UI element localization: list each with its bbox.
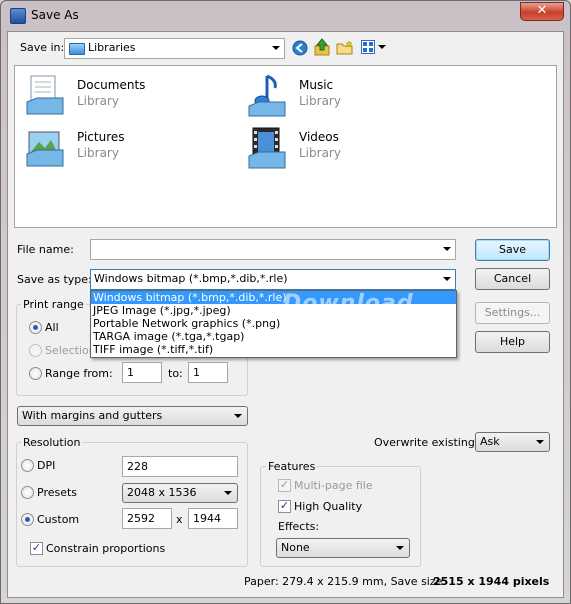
music-library-icon [248, 74, 286, 117]
effects-dropdown[interactable]: None [276, 538, 410, 558]
constrain-label: Constrain proportions [46, 542, 166, 555]
range-from-radio[interactable] [29, 367, 42, 380]
library-name: Music [299, 78, 334, 92]
multipage-label: Multi-page file [294, 479, 373, 492]
range-to-input[interactable]: 1 [188, 362, 228, 383]
save-button[interactable]: Save [475, 239, 550, 261]
type-option[interactable]: TIFF image (*.tiff,*.tif) [91, 343, 456, 356]
chevron-down-icon [234, 414, 242, 418]
view-icon [361, 40, 375, 54]
custom-width-input[interactable]: 2592 [122, 508, 172, 529]
overwrite-value: Ask [480, 435, 500, 448]
print-selection-radio[interactable] [29, 344, 42, 357]
settings-button[interactable]: Settings... [475, 302, 550, 324]
libraries-folder-icon [69, 43, 85, 55]
chevron-down-icon [443, 277, 451, 281]
effects-label: Effects: [278, 520, 320, 533]
type-option[interactable]: TARGA image (*.tga,*.tgap) [91, 330, 456, 343]
range-from-label: Range from: [45, 367, 113, 380]
back-icon[interactable] [292, 40, 308, 56]
library-sub: Library [77, 94, 119, 108]
library-sub: Library [299, 146, 341, 160]
print-range-label: Print range [21, 298, 86, 311]
type-option[interactable]: Portable Network graphics (*.png) [91, 317, 456, 330]
print-selection-label: Selection [45, 344, 96, 357]
range-from-input[interactable]: 1 [122, 362, 162, 383]
multipage-checkbox[interactable]: ✓ [278, 479, 291, 492]
print-all-radio[interactable] [29, 321, 42, 334]
videos-library-icon [248, 127, 286, 169]
print-all-label: All [45, 321, 59, 334]
library-name: Documents [77, 78, 146, 92]
margins-value: With margins and gutters [22, 409, 163, 422]
presets-dropdown[interactable]: 2048 x 1536 [122, 483, 238, 503]
effects-value: None [281, 541, 310, 554]
close-button[interactable]: ✕ [520, 2, 564, 21]
chevron-down-icon [536, 440, 544, 444]
pictures-library-icon [26, 131, 64, 167]
high-quality-label: High Quality [294, 500, 363, 513]
dpi-label: DPI [37, 459, 56, 472]
presets-radio[interactable] [21, 486, 34, 499]
app-icon [10, 8, 26, 24]
features-label: Features [266, 460, 318, 473]
library-sub: Library [299, 94, 341, 108]
library-sub: Library [77, 146, 119, 160]
library-item-videos[interactable]: Videos Library [245, 124, 445, 172]
help-button[interactable]: Help [475, 331, 550, 353]
save-as-window: Save As ✕ Save in: Libraries Documents L… [0, 0, 571, 604]
custom-radio[interactable] [21, 513, 34, 526]
window-title: Save As [31, 8, 79, 22]
custom-label: Custom [37, 513, 80, 526]
file-name-combo[interactable] [90, 239, 456, 260]
margins-dropdown[interactable]: With margins and gutters [17, 406, 248, 426]
new-folder-icon[interactable] [336, 40, 354, 55]
file-list[interactable]: Documents Library Music Library Pictures… [14, 65, 557, 228]
file-name-label: File name: [17, 243, 74, 256]
view-menu-button[interactable] [361, 39, 387, 55]
library-item-pictures[interactable]: Pictures Library [23, 124, 223, 172]
library-name: Videos [299, 130, 339, 144]
chevron-down-icon [224, 491, 232, 495]
constrain-checkbox[interactable]: ✓ [30, 542, 43, 555]
save-in-value: Libraries [88, 41, 136, 54]
save-in-label: Save in: [20, 41, 65, 54]
chevron-down-icon [378, 45, 386, 49]
custom-x-label: x [176, 513, 183, 526]
chevron-down-icon [443, 247, 451, 251]
chevron-down-icon [272, 46, 280, 50]
dpi-input[interactable]: 228 [122, 456, 238, 477]
resolution-label: Resolution [21, 436, 83, 449]
save-as-type-label: Save as type: [17, 273, 92, 286]
chevron-down-icon [396, 546, 404, 550]
save-in-combo[interactable]: Libraries [64, 38, 285, 59]
cancel-button[interactable]: Cancel [475, 268, 550, 290]
high-quality-checkbox[interactable]: ✓ [278, 500, 291, 513]
paper-info: Paper: 279.4 x 215.9 mm, Save size: [244, 575, 447, 588]
documents-library-icon [26, 75, 64, 115]
library-item-documents[interactable]: Documents Library [23, 72, 223, 120]
save-size: 2515 x 1944 pixels [433, 575, 550, 588]
library-name: Pictures [77, 130, 125, 144]
overwrite-dropdown[interactable]: Ask [475, 432, 550, 452]
overwrite-label: Overwrite existing: [374, 436, 479, 449]
up-folder-icon[interactable] [314, 38, 330, 56]
custom-height-input[interactable]: 1944 [188, 508, 238, 529]
presets-label: Presets [37, 486, 78, 499]
presets-value: 2048 x 1536 [127, 486, 197, 499]
library-item-music[interactable]: Music Library [245, 72, 445, 120]
save-as-type-combo[interactable]: Windows bitmap (*.bmp,*.dib,*.rle) [90, 269, 456, 290]
watermark: Download [283, 291, 414, 316]
save-as-type-value: Windows bitmap (*.bmp,*.dib,*.rle) [94, 272, 288, 285]
dpi-radio[interactable] [21, 459, 34, 472]
range-to-label: to: [168, 367, 183, 380]
